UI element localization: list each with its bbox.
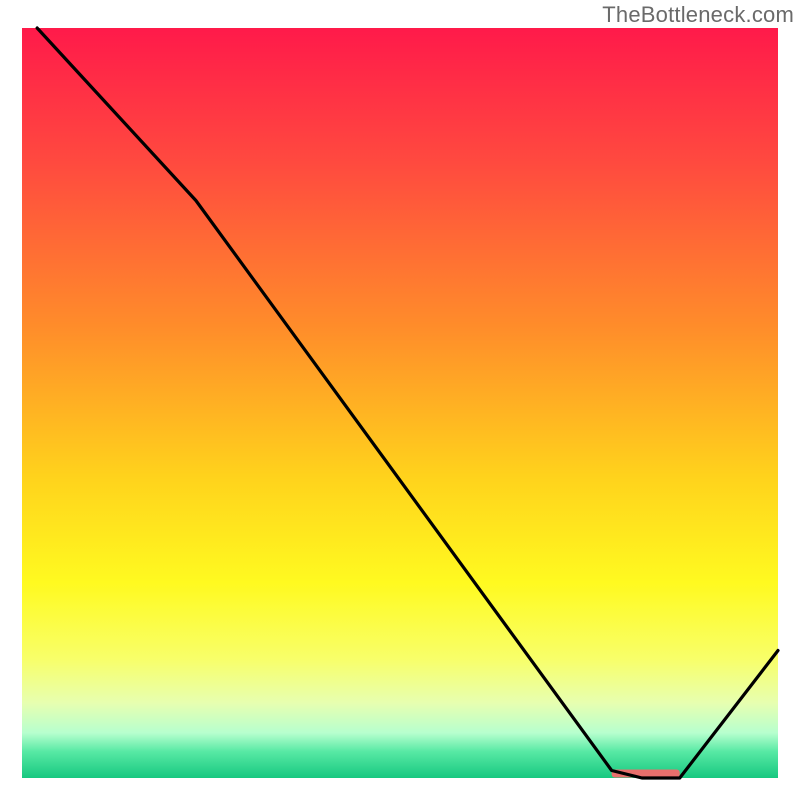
plot-background	[22, 28, 778, 778]
bottleneck-chart	[0, 0, 800, 800]
chart-stage: TheBottleneck.com	[0, 0, 800, 800]
